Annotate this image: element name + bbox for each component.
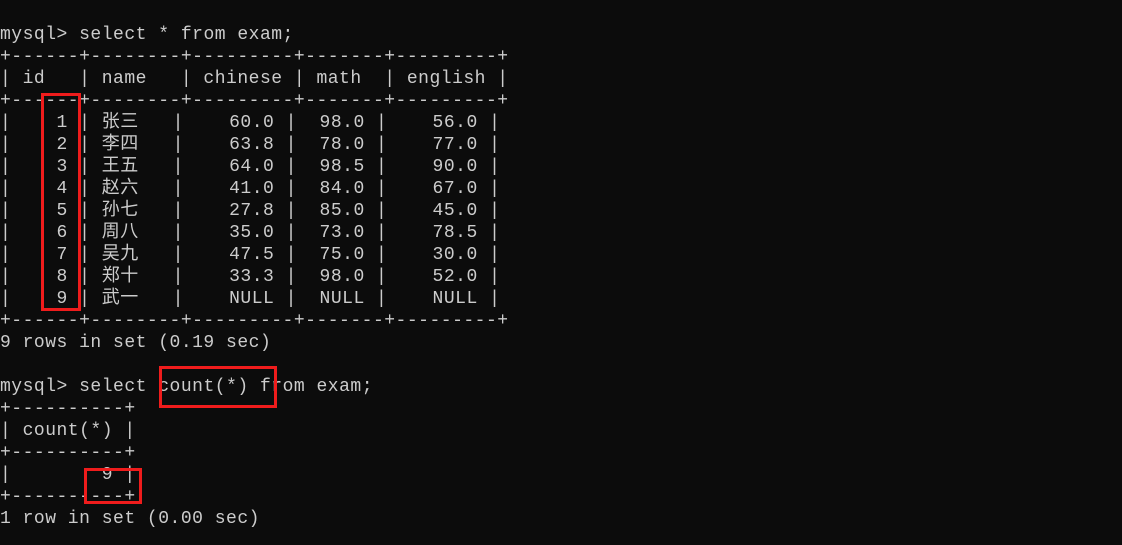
table-row: | 9 | xyxy=(0,465,136,485)
table-row: | 6 | 周八 | 35.0 | 73.0 | 78.5 | xyxy=(0,223,500,243)
table-row: | 8 | 郑十 | 33.3 | 98.0 | 52.0 | xyxy=(0,267,500,287)
table-row: | 2 | 李四 | 63.8 | 78.0 | 77.0 | xyxy=(0,135,500,155)
prompt: mysql> select * from exam; xyxy=(0,25,294,45)
table2-header: | count(*) | xyxy=(0,421,136,441)
table1-border: +------+--------+---------+-------+-----… xyxy=(0,311,509,331)
sql-query-1: select * from exam; xyxy=(79,25,294,45)
table-row: | 9 | 武一 | NULL | NULL | NULL | xyxy=(0,289,500,309)
terminal-output: mysql> select * from exam; +------+-----… xyxy=(0,0,1122,530)
prompt: mysql> select count(*) from exam; xyxy=(0,377,373,397)
table-row: | 5 | 孙七 | 27.8 | 85.0 | 45.0 | xyxy=(0,201,500,221)
table1-header: | id | name | chinese | math | english | xyxy=(0,69,509,89)
result-status: 9 rows in set (0.19 sec) xyxy=(0,333,271,353)
table-row: | 4 | 赵六 | 41.0 | 84.0 | 67.0 | xyxy=(0,179,500,199)
table2-border: +----------+ xyxy=(0,487,136,507)
table1-border: +------+--------+---------+-------+-----… xyxy=(0,91,509,111)
sql-query-2: select count(*) from exam; xyxy=(79,377,373,397)
table-row: | 1 | 张三 | 60.0 | 98.0 | 56.0 | xyxy=(0,113,500,133)
table-row: | 3 | 王五 | 64.0 | 98.5 | 90.0 | xyxy=(0,157,500,177)
result-status: 1 row in set (0.00 sec) xyxy=(0,509,260,529)
table1-border: +------+--------+---------+-------+-----… xyxy=(0,47,509,67)
table2-border: +----------+ xyxy=(0,443,136,463)
table-row: | 7 | 吴九 | 47.5 | 75.0 | 30.0 | xyxy=(0,245,500,265)
table2-border: +----------+ xyxy=(0,399,136,419)
